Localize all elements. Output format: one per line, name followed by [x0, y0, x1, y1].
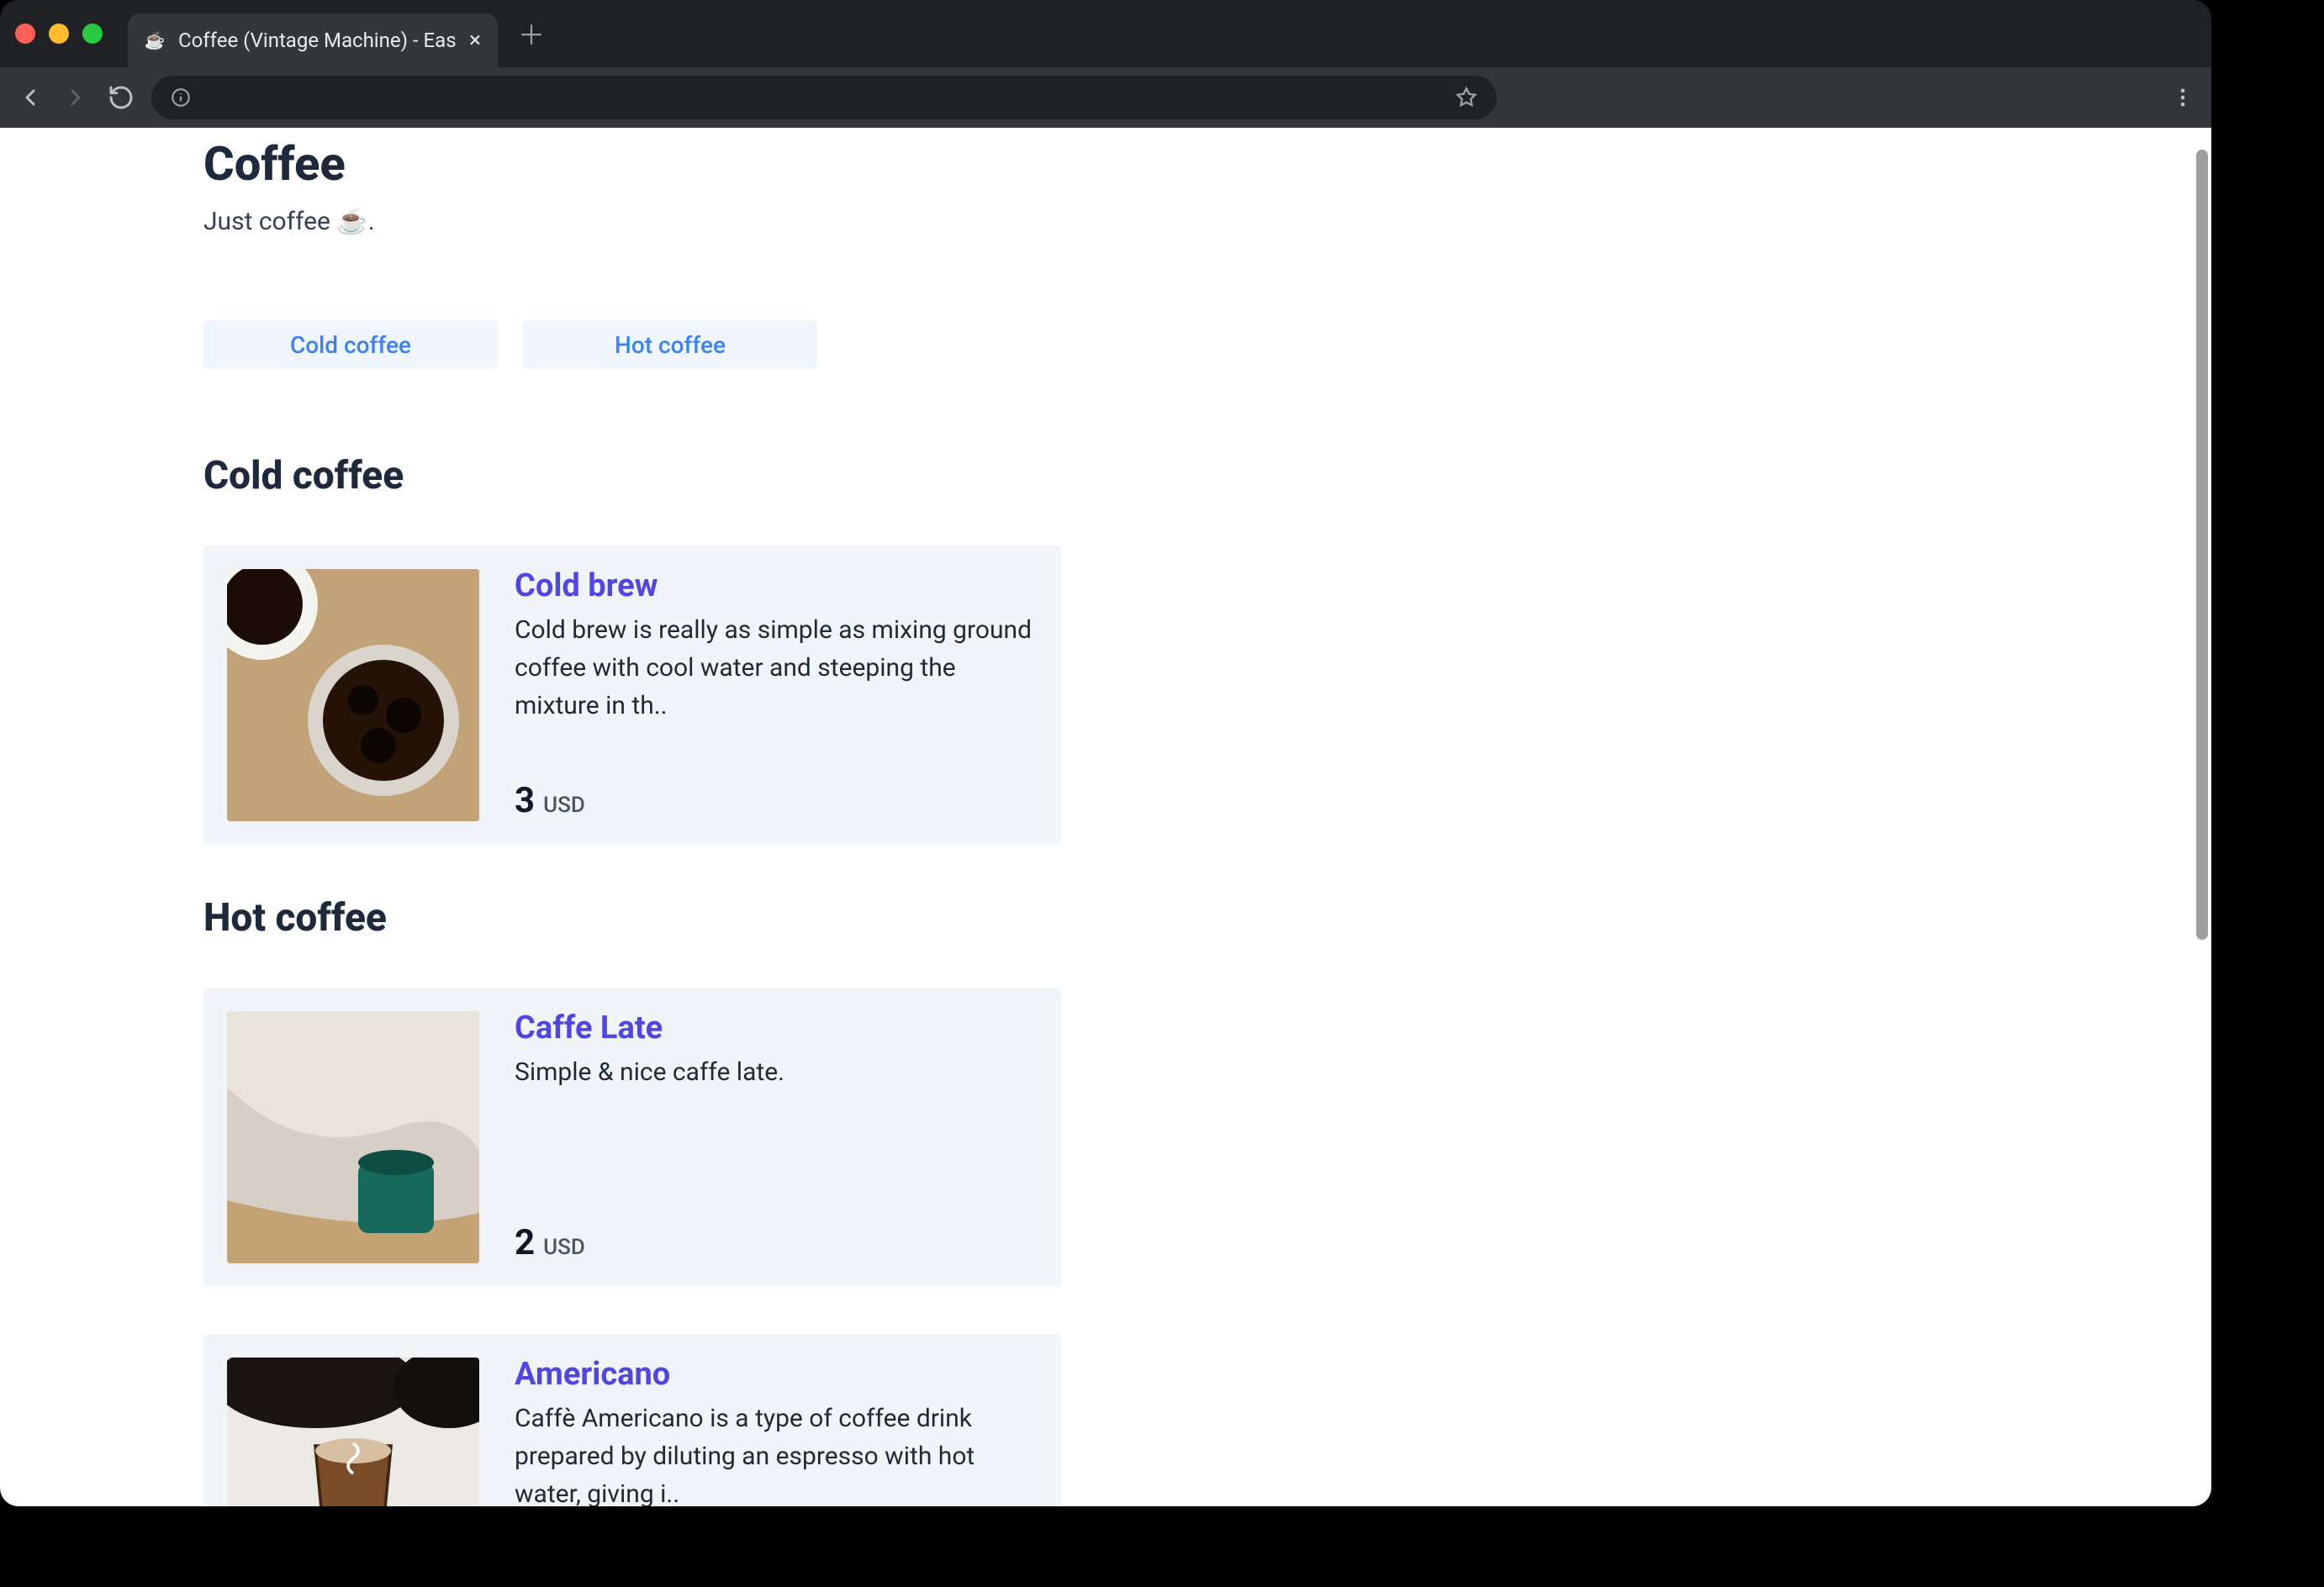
price-amount: 3: [515, 780, 535, 821]
browser-menu-icon[interactable]: [2171, 86, 2195, 109]
nav-forward-icon[interactable]: [62, 84, 89, 111]
browser-toolbar: [0, 67, 2211, 128]
page-title: Coffee: [203, 128, 1783, 192]
price-currency: USD: [543, 1235, 585, 1260]
product-price: 2 USD: [515, 1222, 1038, 1263]
product-card[interactable]: Cold brew Cold brew is really as simple …: [203, 546, 1061, 845]
nav-back-icon[interactable]: [17, 84, 44, 111]
product-card[interactable]: Caffe Late Simple & nice caffe late. 2 U…: [203, 988, 1061, 1287]
new-tab-button[interactable]: ＋: [518, 14, 545, 53]
page-subtitle: Just coffee ☕.: [203, 207, 1783, 236]
price-amount: 2: [515, 1222, 535, 1263]
product-description: Cold brew is really as simple as mixing …: [515, 611, 1038, 725]
tab-close-icon[interactable]: ×: [469, 29, 481, 51]
address-bar[interactable]: [151, 76, 1497, 119]
product-card[interactable]: Americano Caffè Americano is a type of c…: [203, 1334, 1061, 1506]
category-cold-coffee-button[interactable]: Cold coffee: [203, 320, 498, 369]
product-description: Simple & nice caffe late.: [515, 1053, 1038, 1091]
browser-chrome: ☕ Coffee (Vintage Machine) - Eas × ＋: [0, 0, 2211, 128]
price-currency: USD: [543, 793, 585, 818]
product-image: [227, 569, 479, 821]
product-title-link[interactable]: Cold brew: [515, 567, 1038, 604]
product-description: Caffè Americano is a type of coffee drin…: [515, 1400, 1038, 1506]
page-viewport: Coffee Just coffee ☕. Cold coffee Hot co…: [0, 128, 2211, 1506]
tab-favicon-icon: ☕: [143, 29, 166, 52]
window-maximize-button[interactable]: [82, 24, 103, 44]
category-buttons: Cold coffee Hot coffee: [203, 320, 1783, 369]
tab-strip: ☕ Coffee (Vintage Machine) - Eas × ＋: [0, 0, 2211, 67]
product-title-link[interactable]: Americano: [515, 1356, 1038, 1393]
scrollbar-track[interactable]: [2186, 128, 2211, 1506]
section-title-hot: Hot coffee: [203, 895, 1783, 941]
product-image: [227, 1011, 479, 1263]
product-image: [227, 1358, 479, 1506]
scrollbar-thumb[interactable]: [2196, 150, 2208, 940]
nav-reload-icon[interactable]: [108, 84, 135, 111]
product-title-link[interactable]: Caffe Late: [515, 1010, 1038, 1047]
window-minimize-button[interactable]: [49, 24, 69, 44]
product-price: 3 USD: [515, 780, 1038, 821]
site-info-icon[interactable]: [170, 87, 192, 108]
window-controls: [15, 24, 103, 44]
tab-title: Coffee (Vintage Machine) - Eas: [178, 29, 457, 52]
browser-tab[interactable]: ☕ Coffee (Vintage Machine) - Eas ×: [128, 13, 498, 67]
bookmark-star-icon[interactable]: [1455, 86, 1478, 109]
section-title-cold: Cold coffee: [203, 453, 1783, 498]
window-close-button[interactable]: [15, 24, 35, 44]
category-hot-coffee-button[interactable]: Hot coffee: [523, 320, 817, 369]
